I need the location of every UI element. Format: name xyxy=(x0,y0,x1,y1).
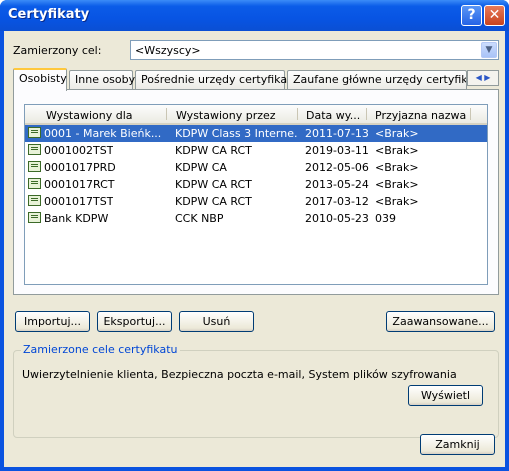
import-button[interactable]: Importuj... xyxy=(15,311,90,332)
close-icon: ✕ xyxy=(488,7,501,23)
certificate-icon xyxy=(28,161,41,172)
certificate-icon xyxy=(28,212,41,223)
chevron-down-icon[interactable]: ▼ xyxy=(481,42,497,58)
dialog-body: Zamierzony cel: <Wszyscy> ▼ Osobisty Inn… xyxy=(4,31,505,467)
tab-intermediate-ca[interactable]: Pośrednie urzędy certyfikacji xyxy=(135,70,299,89)
export-button[interactable]: Eksportuj... xyxy=(97,311,172,332)
intended-purposes-text: Uwierzytelnienie klienta, Bezpieczna poc… xyxy=(22,368,457,381)
table-row[interactable]: Bank KDPW CCK NBP 2010-05-23 039 xyxy=(25,210,487,227)
column-expiration-date[interactable]: Data wy... xyxy=(306,109,360,122)
column-issued-to[interactable]: Wystawiony dla xyxy=(46,109,133,122)
help-button[interactable]: ? xyxy=(461,5,482,26)
arrow-right-icon[interactable]: ▶ xyxy=(484,73,490,82)
tab-scroll-arrows[interactable]: ◀ ▶ xyxy=(467,70,499,86)
table-row[interactable]: 0001017PRD KDPW CA 2012-05-06 <Brak> xyxy=(25,159,487,176)
question-icon: ? xyxy=(467,7,476,23)
column-issued-by[interactable]: Wystawiony przez xyxy=(176,109,276,122)
tab-other-people[interactable]: Inne osoby xyxy=(69,70,135,89)
tab-panel: Wystawiony dla Wystawiony przez Data wy.… xyxy=(13,89,499,295)
view-button[interactable]: Wyświetl xyxy=(408,385,483,406)
certificates-window: Certyfikaty ? ✕ Zamierzony cel: <Wszyscy… xyxy=(0,0,509,471)
advanced-button[interactable]: Zaawansowane... xyxy=(386,311,495,332)
remove-button[interactable]: Usuń xyxy=(179,311,254,332)
close-window-button[interactable]: ✕ xyxy=(484,5,505,26)
certificate-list[interactable]: Wystawiony dla Wystawiony przez Data wy.… xyxy=(24,104,488,285)
tab-trusted-root-ca[interactable]: Zaufane główne urzędy certyfikacji xyxy=(287,70,467,89)
intended-purposes-title: Zamierzone cele certyfikatu xyxy=(21,343,180,356)
table-row[interactable]: 0001017TST KDPW CA RCT 2017-03-12 <Brak> xyxy=(25,193,487,210)
certificate-icon xyxy=(28,144,41,155)
purpose-selected-value: <Wszyscy> xyxy=(135,44,201,57)
arrow-left-icon[interactable]: ◀ xyxy=(476,73,482,82)
table-row[interactable]: 0001002TST KDPW CA RCT 2019-03-11 <Brak> xyxy=(25,142,487,159)
certificate-icon xyxy=(28,127,41,138)
window-title: Certyfikaty xyxy=(8,7,90,22)
tab-strip: Osobisty Inne osoby Pośrednie urzędy cer… xyxy=(13,68,499,91)
close-button[interactable]: Zamknij xyxy=(420,434,495,455)
table-row[interactable]: 0001017RCT KDPW CA RCT 2013-05-24 <Brak> xyxy=(25,176,487,193)
title-bar[interactable]: Certyfikaty ? ✕ xyxy=(0,0,509,31)
column-friendly-name[interactable]: Przyjazna nazwa xyxy=(375,109,466,122)
list-header: Wystawiony dla Wystawiony przez Data wy.… xyxy=(25,105,487,125)
tab-personal[interactable]: Osobisty xyxy=(13,68,67,91)
intended-purposes-group: Zamierzone cele certyfikatu Uwierzytelni… xyxy=(13,343,499,438)
certificate-icon xyxy=(28,178,41,189)
purpose-select[interactable]: <Wszyscy> ▼ xyxy=(130,40,499,60)
table-row[interactable]: 0001 - Marek Bieńk... KDPW Class 3 Inter… xyxy=(25,125,487,142)
purpose-label: Zamierzony cel: xyxy=(13,44,102,57)
certificate-icon xyxy=(28,195,41,206)
